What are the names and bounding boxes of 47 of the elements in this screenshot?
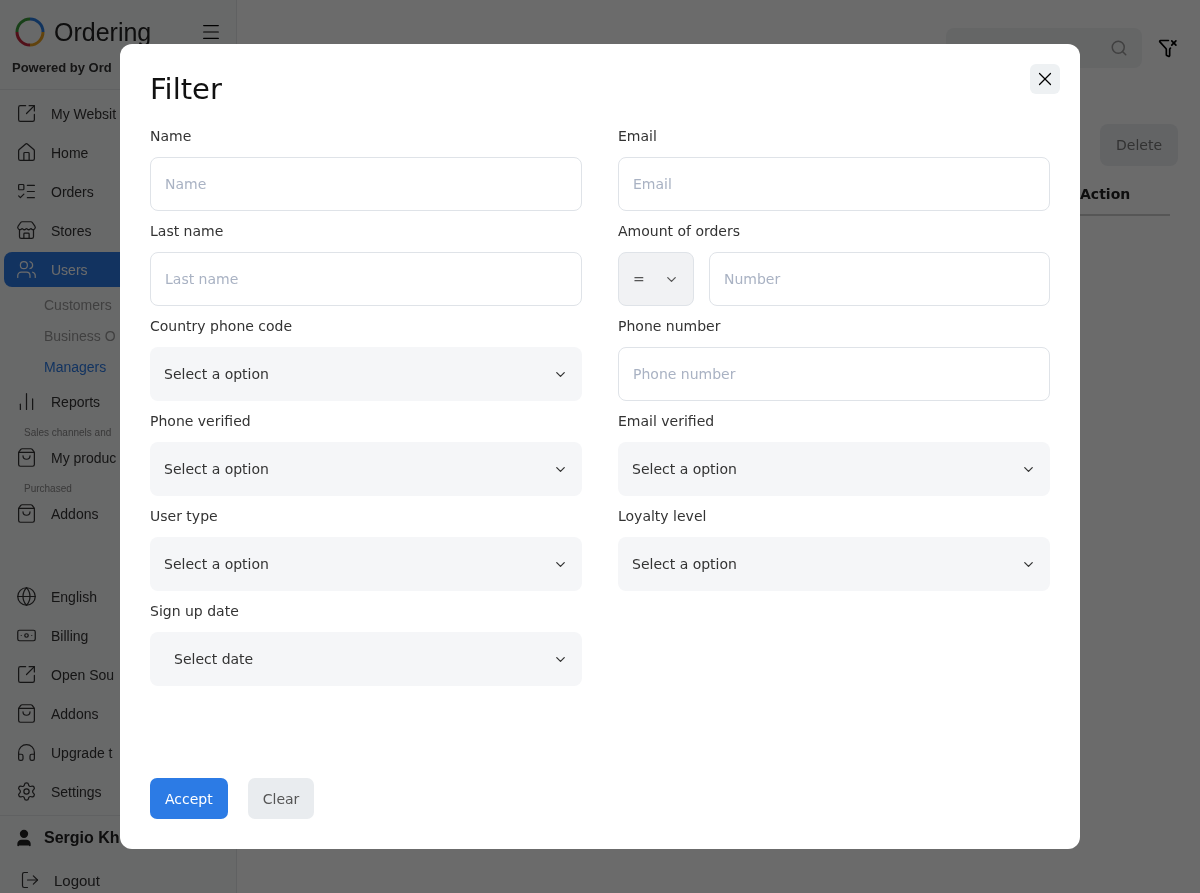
shopping-bag-icon xyxy=(16,703,37,724)
select-field[interactable]: Select a option xyxy=(150,347,582,401)
field-label: Country phone code xyxy=(150,318,294,335)
text-field[interactable]: Name xyxy=(150,157,582,211)
user-icon xyxy=(14,828,34,848)
user-name: Sergio Kh xyxy=(44,829,120,847)
text-field[interactable]: Phone number xyxy=(618,347,1050,401)
select-field[interactable]: Select a option xyxy=(150,442,582,496)
logout-icon xyxy=(20,870,40,890)
logout-item[interactable]: Logout xyxy=(0,860,236,893)
clear-button[interactable]: Clear xyxy=(247,778,315,819)
shopping-bag-icon xyxy=(16,503,37,524)
field-label: Name xyxy=(150,128,193,145)
headset-icon xyxy=(16,742,37,763)
external-link-icon xyxy=(16,664,37,685)
sidebar-item[interactable]: Addons xyxy=(4,696,232,731)
date-select-field[interactable]: Select date xyxy=(150,632,582,686)
close-button[interactable] xyxy=(1030,64,1060,94)
operator-select[interactable]: = xyxy=(618,252,694,306)
shopping-bag-icon xyxy=(16,447,37,468)
globe-icon xyxy=(16,586,37,607)
sidebar-item[interactable]: Upgrade t xyxy=(4,735,232,770)
users-icon xyxy=(16,259,37,280)
text-field[interactable]: Last name xyxy=(150,252,582,306)
field-label: Email xyxy=(618,128,658,145)
select-field[interactable]: Select a option xyxy=(618,442,1050,496)
field-label: User type xyxy=(150,508,219,525)
select-field[interactable]: Select a option xyxy=(618,537,1050,591)
logo-icon xyxy=(14,16,46,48)
settings-icon xyxy=(16,781,37,802)
home-icon xyxy=(16,142,37,163)
number-field[interactable]: Number xyxy=(709,252,1050,306)
field-label: Phone verified xyxy=(150,413,252,430)
filter-clear-icon[interactable] xyxy=(1158,38,1178,58)
search-icon xyxy=(1110,39,1128,57)
field-label: Email verified xyxy=(618,413,716,430)
field-label: Amount of orders xyxy=(618,223,742,240)
accept-button[interactable]: Accept xyxy=(150,778,228,819)
field-label: Last name xyxy=(150,223,225,240)
text-field[interactable]: Email xyxy=(618,157,1050,211)
store-icon xyxy=(16,220,37,241)
field-label: Phone number xyxy=(618,318,722,335)
field-label: Loyalty level xyxy=(618,508,708,525)
select-field[interactable]: Select a option xyxy=(150,537,582,591)
brand-name: Ordering xyxy=(54,17,152,47)
external-link-icon xyxy=(16,103,37,124)
field-label: Sign up date xyxy=(150,603,240,620)
